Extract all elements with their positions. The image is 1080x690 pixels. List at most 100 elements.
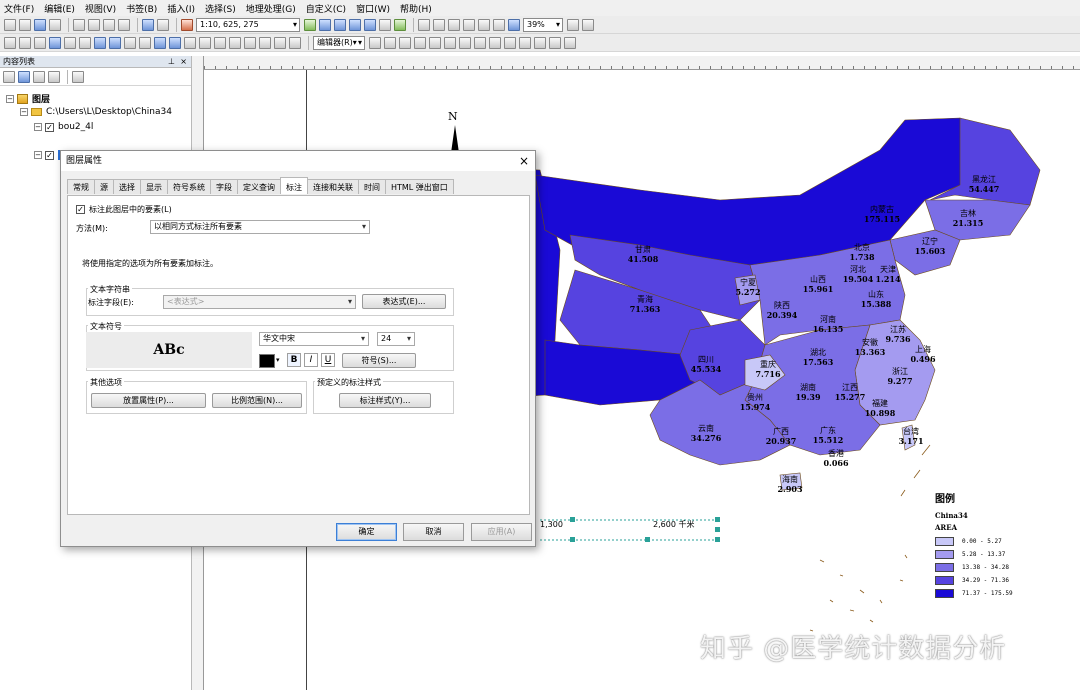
find-route-icon[interactable] — [244, 36, 256, 49]
cancel-button[interactable]: 取消 — [403, 523, 464, 541]
menu-bookmarks[interactable]: 书签(B) — [126, 2, 157, 15]
editor-toolbar-icon[interactable] — [304, 18, 316, 31]
collapse-icon[interactable]: − — [34, 123, 42, 131]
rotate-icon[interactable] — [519, 36, 531, 49]
cut-icon[interactable] — [73, 18, 85, 31]
label-features-option[interactable]: ✓ 标注此图层中的要素(L) — [76, 204, 172, 215]
tab-selection[interactable]: 选择 — [113, 179, 141, 194]
menu-windows[interactable]: 窗口(W) — [356, 2, 390, 15]
menu-geoprocessing[interactable]: 地理处理(G) — [246, 2, 296, 15]
sketch-properties-icon[interactable] — [549, 36, 561, 49]
zoom-in-icon[interactable] — [4, 36, 16, 49]
focus-frame-icon[interactable] — [508, 18, 520, 31]
full-extent-icon[interactable] — [49, 36, 61, 49]
map-legend[interactable]: 图例 China34 AREA 0.00 - 5.27 5.28 - 13.37 1… — [935, 490, 1065, 600]
straight-segment-icon[interactable] — [399, 36, 411, 49]
tree-layer-bou2[interactable]: − ✓ bou2_4l — [34, 122, 93, 132]
close-icon[interactable]: × — [180, 56, 187, 68]
reshape-icon[interactable] — [474, 36, 486, 49]
paste-icon[interactable] — [103, 18, 115, 31]
table-of-contents-icon[interactable] — [319, 18, 331, 31]
label-styles-button[interactable]: 标注样式(Y)... — [339, 393, 431, 408]
zoom-out-icon[interactable] — [19, 36, 31, 49]
point-icon[interactable] — [444, 36, 456, 49]
toc-options-icon[interactable] — [72, 70, 84, 83]
zoom-in-fixed-icon[interactable] — [433, 18, 445, 31]
tab-fields[interactable]: 字段 — [210, 179, 238, 194]
bold-button[interactable]: B — [287, 353, 301, 367]
hyperlink-icon[interactable] — [184, 36, 196, 49]
tree-root-layers[interactable]: − 图层 — [6, 92, 50, 105]
tab-general[interactable]: 常规 — [67, 179, 95, 194]
toggle-draft-icon[interactable] — [493, 18, 505, 31]
cut-polygons-icon[interactable] — [489, 36, 501, 49]
menu-view[interactable]: 视图(V) — [85, 2, 116, 15]
scale-range-button[interactable]: 比例范围(N)... — [212, 393, 302, 408]
select-elements-icon[interactable] — [154, 36, 166, 49]
text-color-swatch[interactable] — [259, 354, 275, 368]
arctoolbox-icon[interactable] — [364, 18, 376, 31]
tab-labels[interactable]: 标注 — [280, 177, 308, 194]
delete-icon[interactable] — [118, 18, 130, 31]
fixed-zoom-in-icon[interactable] — [64, 36, 76, 49]
layer-visibility-checkbox[interactable]: ✓ — [45, 122, 54, 132]
new-document-icon[interactable] — [4, 18, 16, 31]
ok-button[interactable]: 确定 — [336, 523, 397, 541]
forward-extent-icon[interactable] — [109, 36, 121, 49]
pan-icon[interactable] — [34, 36, 46, 49]
catalog-icon[interactable] — [334, 18, 346, 31]
model-builder-icon[interactable] — [394, 18, 406, 31]
edit-annotation-icon[interactable] — [384, 36, 396, 49]
create-features-icon[interactable] — [564, 36, 576, 49]
tab-symbology[interactable]: 符号系统 — [167, 179, 211, 194]
identify-icon[interactable] — [169, 36, 181, 49]
create-viewer-icon[interactable] — [289, 36, 301, 49]
tab-definition-query[interactable]: 定义查询 — [237, 179, 281, 194]
open-folder-icon[interactable] — [19, 18, 31, 31]
font-size-select[interactable]: 24 — [377, 332, 415, 346]
label-field-select[interactable]: <表达式> — [163, 295, 356, 309]
tab-display[interactable]: 显示 — [140, 179, 168, 194]
python-window-icon[interactable] — [379, 18, 391, 31]
list-by-drawing-order-icon[interactable] — [3, 70, 15, 83]
data-driven-pages-icon[interactable] — [582, 18, 594, 31]
add-data-icon[interactable] — [181, 18, 193, 31]
underline-button[interactable]: U — [321, 353, 335, 367]
html-popup-icon[interactable] — [199, 36, 211, 49]
menu-insert[interactable]: 插入(I) — [167, 2, 195, 15]
list-by-visibility-icon[interactable] — [33, 70, 45, 83]
collapse-icon[interactable]: − — [34, 151, 42, 159]
tree-folder[interactable]: − C:\Users\L\Desktop\China34 — [20, 107, 172, 117]
menu-edit[interactable]: 编辑(E) — [44, 2, 75, 15]
collapse-icon[interactable]: − — [20, 108, 28, 116]
layer-visibility-checkbox[interactable]: ✓ — [45, 150, 54, 160]
tab-time[interactable]: 时间 — [358, 179, 386, 194]
copy-icon[interactable] — [88, 18, 100, 31]
search-window-icon[interactable] — [349, 18, 361, 31]
measure-icon[interactable] — [214, 36, 226, 49]
close-icon[interactable]: × — [519, 151, 529, 171]
font-select[interactable]: 华文中宋 — [259, 332, 369, 346]
tab-joins-relates[interactable]: 连接和关联 — [307, 179, 359, 194]
layout-zoom-combo[interactable]: 39% — [523, 17, 563, 32]
menu-help[interactable]: 帮助(H) — [400, 2, 432, 15]
save-icon[interactable] — [34, 18, 46, 31]
pan-layout-icon[interactable] — [478, 18, 490, 31]
end-point-arc-icon[interactable] — [414, 36, 426, 49]
method-select[interactable]: 以相同方式标注所有要素 — [150, 220, 370, 234]
clear-selection-icon[interactable] — [139, 36, 151, 49]
list-by-selection-icon[interactable] — [48, 70, 60, 83]
pin-icon[interactable]: ⊥ — [168, 56, 175, 68]
chevron-down-icon[interactable]: ▾ — [276, 356, 280, 364]
collapse-icon[interactable]: − — [6, 94, 14, 103]
attributes-icon[interactable] — [534, 36, 546, 49]
redo-icon[interactable] — [157, 18, 169, 31]
italic-button[interactable]: I — [304, 353, 318, 367]
print-icon[interactable] — [49, 18, 61, 31]
back-extent-icon[interactable] — [94, 36, 106, 49]
edit-tool-icon[interactable] — [369, 36, 381, 49]
zoom-out-fixed-icon[interactable] — [448, 18, 460, 31]
find-binoculars-icon[interactable] — [229, 36, 241, 49]
label-features-checkbox[interactable]: ✓ — [76, 205, 85, 214]
list-by-source-icon[interactable] — [18, 70, 30, 83]
